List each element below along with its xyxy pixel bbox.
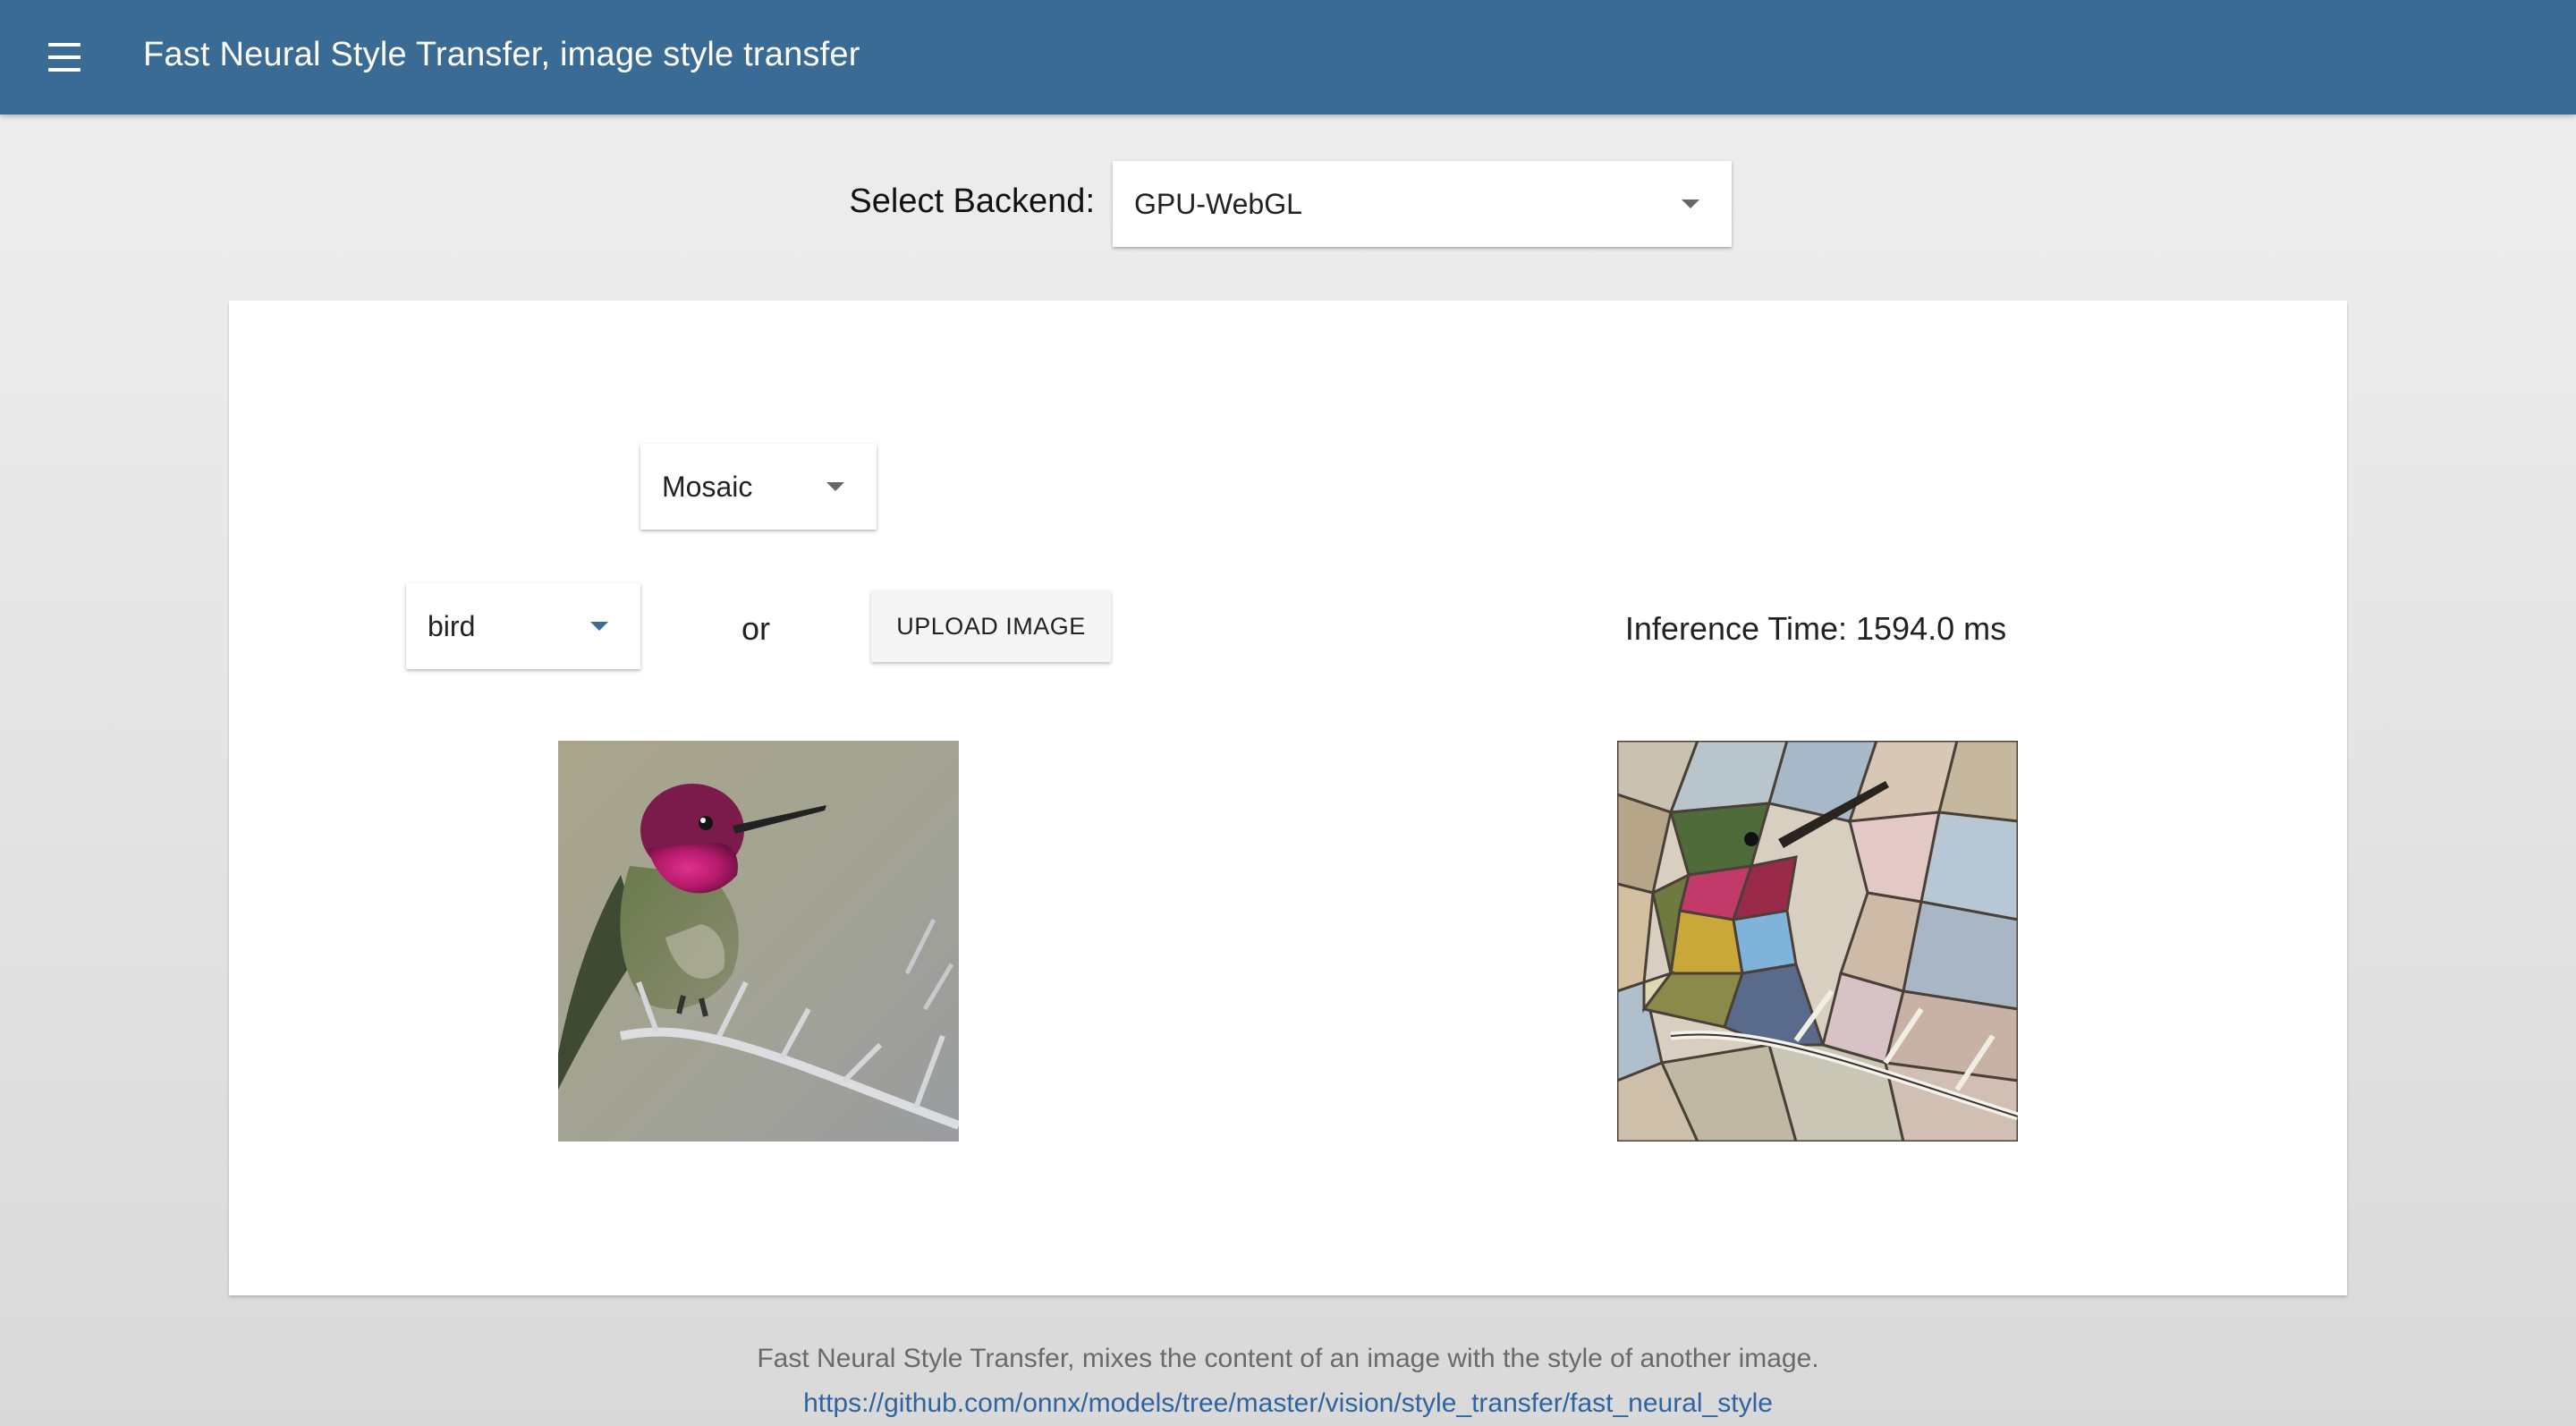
backend-label: Select Backend:	[849, 182, 1095, 220]
style-select-value: Mosaic	[662, 471, 753, 503]
upload-image-button[interactable]: UPLOAD IMAGE	[871, 590, 1111, 662]
backend-select-value: GPU-WebGL	[1134, 188, 1302, 220]
app-title: Fast Neural Style Transfer, image style …	[143, 36, 860, 73]
footer-description: Fast Neural Style Transfer, mixes the co…	[757, 1344, 1819, 1373]
app-bar: Fast Neural Style Transfer, image style …	[0, 0, 2576, 115]
inference-time: Inference Time: 1594.0 ms	[1624, 610, 2007, 647]
upload-image-button-label: UPLOAD IMAGE	[896, 613, 1086, 640]
main-card	[229, 301, 2347, 1295]
image-select-value: bird	[428, 610, 476, 642]
chevron-down-icon	[590, 622, 608, 631]
input-image	[558, 741, 959, 1142]
footer-link[interactable]: https://github.com/onnx/models/tree/mast…	[0, 1388, 2576, 1419]
or-label: or	[741, 610, 770, 647]
chevron-down-icon	[826, 482, 844, 491]
style-select[interactable]: Mosaic	[640, 444, 877, 530]
chevron-down-icon	[1682, 199, 1699, 208]
image-select[interactable]: bird	[406, 583, 640, 669]
output-image	[1617, 741, 2018, 1142]
menu-icon[interactable]	[45, 39, 84, 75]
backend-select[interactable]: GPU-WebGL	[1113, 161, 1732, 247]
